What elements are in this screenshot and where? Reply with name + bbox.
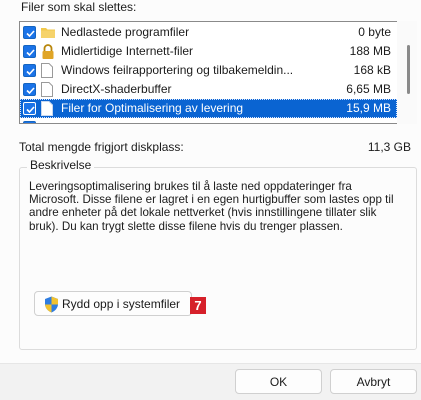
- cleanup-system-files-button[interactable]: Rydd opp i systemfiler: [34, 291, 192, 316]
- file-row-windows-error-reporting[interactable]: Windows feilrapportering og tilbakemeldi…: [20, 61, 397, 80]
- file-row-partial[interactable]: [20, 118, 397, 123]
- lock-icon: [41, 44, 55, 59]
- description-title: Beskrivelse: [27, 158, 95, 172]
- total-space-value: 11,3 GB: [367, 140, 411, 154]
- file-name: Midlertidige Internett-filer: [61, 44, 194, 58]
- file-icon: [41, 82, 55, 97]
- description-text: Leveringsoptimalisering brukes til å las…: [29, 180, 394, 233]
- file-icon: [41, 63, 55, 78]
- file-row-delivery-optimization[interactable]: Filer for Optimalisering av levering 15,…: [20, 99, 397, 118]
- cancel-button[interactable]: Avbryt: [330, 369, 417, 394]
- file-size: 6,65 MB: [346, 82, 391, 96]
- file-name: Nedlastede programfiler: [61, 25, 190, 39]
- file-name: Filer for Optimalisering av levering: [61, 101, 244, 115]
- file-size: 188 MB: [349, 44, 391, 58]
- scrollbar-thumb[interactable]: [407, 45, 410, 94]
- file-size: 168 kB: [353, 63, 391, 77]
- uac-shield-icon: [44, 296, 59, 316]
- checkbox[interactable]: [23, 26, 36, 39]
- step-badge: 7: [190, 297, 206, 314]
- files-section-title: Filer som skal slettes:: [21, 0, 137, 14]
- file-size: 0 byte: [358, 25, 391, 39]
- cleanup-button-label: Rydd opp i systemfiler: [62, 297, 181, 311]
- checkbox[interactable]: [23, 64, 36, 77]
- ok-button[interactable]: OK: [235, 369, 322, 394]
- checkbox[interactable]: [23, 102, 36, 115]
- file-icon: [41, 101, 55, 116]
- file-row-temporary-internet-files[interactable]: Midlertidige Internett-filer 188 MB: [20, 42, 397, 61]
- file-row-downloaded-programs[interactable]: Nedlastede programfiler 0 byte: [20, 23, 397, 42]
- file-size: 15,9 MB: [346, 101, 391, 115]
- checkbox[interactable]: [23, 45, 36, 58]
- checkbox[interactable]: [23, 83, 36, 96]
- file-name: DirectX-shaderbuffer: [61, 82, 172, 96]
- file-list[interactable]: Nedlastede programfiler 0 byte Midlertid…: [19, 21, 417, 124]
- file-row-directx-shader-cache[interactable]: DirectX-shaderbuffer 6,65 MB: [20, 80, 397, 99]
- folder-icon: [41, 25, 55, 40]
- file-name: Windows feilrapportering og tilbakemeldi…: [61, 63, 294, 77]
- checkbox[interactable]: [23, 121, 36, 123]
- total-space-label: Total mengde frigjort diskplass:: [19, 140, 184, 154]
